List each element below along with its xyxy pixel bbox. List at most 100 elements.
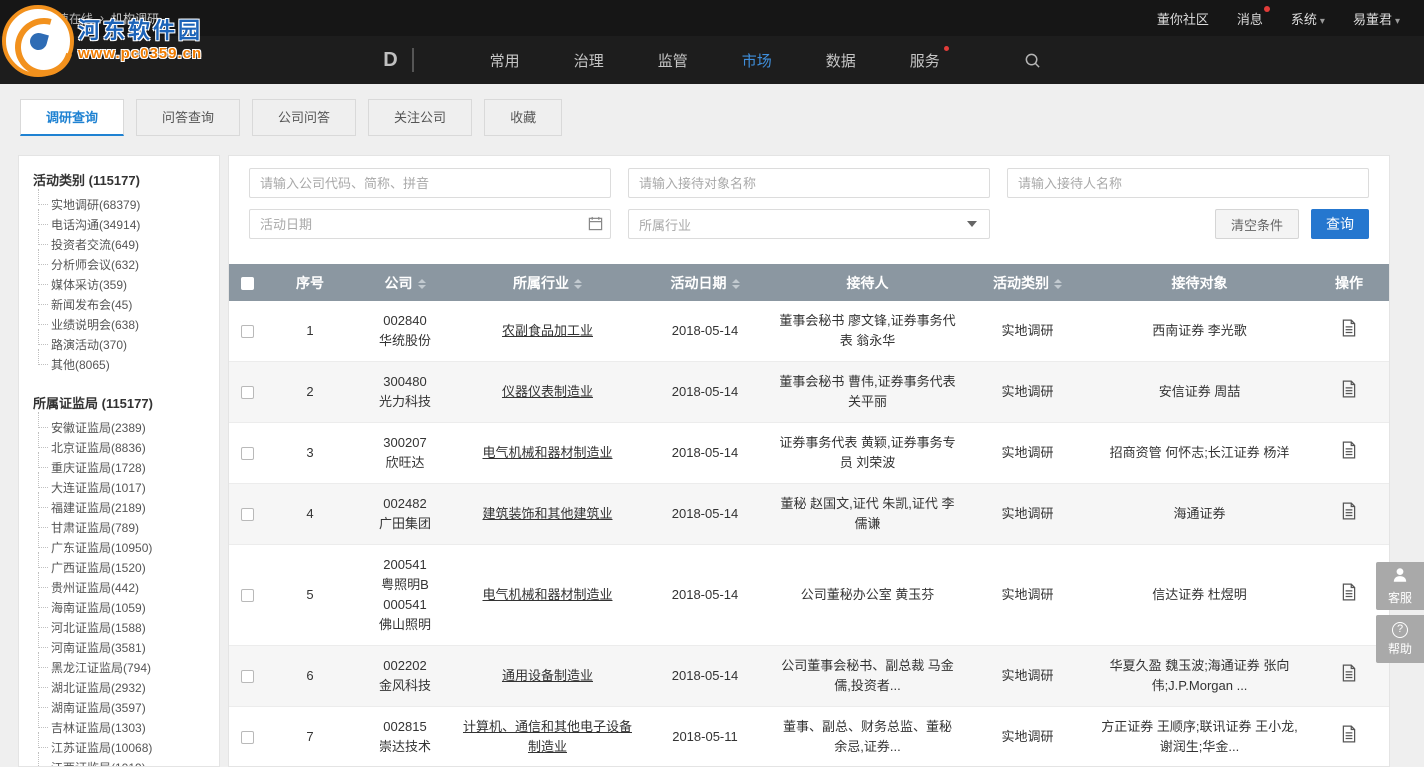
company-cell[interactable]: 200541粤照明B000541佛山照明 bbox=[355, 545, 455, 646]
operation-cell bbox=[1309, 362, 1389, 423]
activity-date: 2018-05-14 bbox=[640, 545, 770, 646]
sidebar-item[interactable]: 业绩说明会(638) bbox=[33, 315, 209, 335]
service-button[interactable]: 客服 bbox=[1376, 562, 1424, 610]
nav-item[interactable]: 服务 bbox=[906, 50, 944, 71]
row-checkbox[interactable] bbox=[241, 447, 254, 460]
column-header[interactable]: 活动日期 bbox=[640, 264, 770, 301]
topbar-item-system[interactable]: 系统▾ bbox=[1291, 9, 1325, 28]
document-icon[interactable] bbox=[1340, 441, 1358, 459]
sidebar-item[interactable]: 投资者交流(649) bbox=[33, 235, 209, 255]
sidebar-item[interactable]: 重庆证监局(1728) bbox=[33, 458, 209, 478]
query-button[interactable]: 查询 bbox=[1311, 209, 1369, 239]
select-all-checkbox[interactable] bbox=[241, 277, 254, 290]
activity-date-input[interactable] bbox=[249, 209, 611, 239]
tab[interactable]: 调研查询 bbox=[20, 99, 124, 136]
nav-item[interactable]: 监管 bbox=[654, 50, 692, 71]
company-cell[interactable]: 002482广田集团 bbox=[355, 484, 455, 545]
nav-item[interactable]: 治理 bbox=[570, 50, 608, 71]
row-checkbox[interactable] bbox=[241, 670, 254, 683]
help-button[interactable]: ?帮助 bbox=[1376, 615, 1424, 663]
row-checkbox[interactable] bbox=[241, 386, 254, 399]
sidebar-item[interactable]: 河北证监局(1588) bbox=[33, 618, 209, 638]
row-checkbox[interactable] bbox=[241, 731, 254, 744]
search-icon[interactable] bbox=[1024, 52, 1041, 69]
sidebar-item[interactable]: 江西证监局(1019) bbox=[33, 758, 209, 767]
row-checkbox[interactable] bbox=[241, 508, 254, 521]
sidebar-item[interactable]: 江苏证监局(10068) bbox=[33, 738, 209, 758]
sidebar-item[interactable]: 媒体采访(359) bbox=[33, 275, 209, 295]
tab[interactable]: 关注公司 bbox=[368, 99, 472, 136]
sidebar-item[interactable]: 湖北证监局(2932) bbox=[33, 678, 209, 698]
home-icon[interactable] bbox=[26, 12, 38, 24]
activity-date: 2018-05-14 bbox=[640, 423, 770, 484]
column-header[interactable]: 公司 bbox=[355, 264, 455, 301]
company-cell[interactable]: 300480光力科技 bbox=[355, 362, 455, 423]
column-header: 接待对象 bbox=[1090, 264, 1309, 301]
clear-filters-button[interactable]: 清空条件 bbox=[1215, 209, 1299, 239]
sidebar-item[interactable]: 福建证监局(2189) bbox=[33, 498, 209, 518]
document-icon[interactable] bbox=[1340, 319, 1358, 337]
sidebar-item[interactable]: 安徽证监局(2389) bbox=[33, 418, 209, 438]
company-cell[interactable]: 300207欣旺达 bbox=[355, 423, 455, 484]
target-search-input[interactable] bbox=[628, 168, 990, 198]
nav-item[interactable]: 常用 bbox=[486, 50, 524, 71]
filter-actions: 清空条件 查询 bbox=[1215, 209, 1369, 239]
sidebar-item[interactable]: 甘肃证监局(789) bbox=[33, 518, 209, 538]
sidebar-item[interactable]: 黑龙江证监局(794) bbox=[33, 658, 209, 678]
nav-item[interactable]: 市场 bbox=[738, 50, 776, 71]
sidebar-item[interactable]: 其他(8065) bbox=[33, 355, 209, 375]
sort-icon[interactable] bbox=[732, 279, 740, 289]
tab[interactable]: 公司问答 bbox=[252, 99, 356, 136]
sidebar-item[interactable]: 分析师会议(632) bbox=[33, 255, 209, 275]
sidebar-item[interactable]: 吉林证监局(1303) bbox=[33, 718, 209, 738]
industry-link[interactable]: 电气机械和器材制造业 bbox=[455, 423, 640, 484]
document-icon[interactable] bbox=[1340, 583, 1358, 601]
breadcrumb-root[interactable]: 价值在线 bbox=[45, 10, 93, 27]
company-cell[interactable]: 002840华统股份 bbox=[355, 301, 455, 362]
row-checkbox[interactable] bbox=[241, 325, 254, 338]
document-icon[interactable] bbox=[1340, 380, 1358, 398]
industry-select[interactable]: 所属行业 bbox=[628, 209, 990, 239]
topbar-item-profile[interactable]: 易董君▾ bbox=[1353, 9, 1400, 28]
industry-link[interactable]: 农副食品加工业 bbox=[455, 301, 640, 362]
industry-link[interactable]: 通用设备制造业 bbox=[455, 646, 640, 707]
document-icon[interactable] bbox=[1340, 725, 1358, 743]
sidebar-item[interactable]: 北京证监局(8836) bbox=[33, 438, 209, 458]
sidebar-item[interactable]: 大连证监局(1017) bbox=[33, 478, 209, 498]
sort-icon[interactable] bbox=[574, 279, 582, 289]
select-all-cell bbox=[229, 264, 265, 301]
sidebar-item[interactable]: 湖南证监局(3597) bbox=[33, 698, 209, 718]
sort-icon[interactable] bbox=[1054, 279, 1062, 289]
breadcrumb: 价值在线 › 机构调研 bbox=[26, 10, 159, 27]
company-cell[interactable]: 002202金风科技 bbox=[355, 646, 455, 707]
sidebar-item[interactable]: 贵州证监局(442) bbox=[33, 578, 209, 598]
sidebar-item[interactable]: 路演活动(370) bbox=[33, 335, 209, 355]
receiver-search-input[interactable] bbox=[1007, 168, 1369, 198]
nav-item[interactable]: 数据 bbox=[822, 50, 860, 71]
sidebar-item[interactable]: 河南证监局(3581) bbox=[33, 638, 209, 658]
operation-cell bbox=[1309, 301, 1389, 362]
industry-link[interactable]: 建筑装饰和其他建筑业 bbox=[455, 484, 640, 545]
industry-link[interactable]: 仪器仪表制造业 bbox=[455, 362, 640, 423]
row-checkbox[interactable] bbox=[241, 589, 254, 602]
sidebar-item[interactable]: 新闻发布会(45) bbox=[33, 295, 209, 315]
calendar-icon[interactable] bbox=[588, 216, 603, 236]
sidebar-item[interactable]: 海南证监局(1059) bbox=[33, 598, 209, 618]
column-header[interactable]: 活动类别 bbox=[965, 264, 1090, 301]
sidebar-item[interactable]: 广东证监局(10950) bbox=[33, 538, 209, 558]
sort-icon[interactable] bbox=[418, 279, 426, 289]
company-search-input[interactable] bbox=[249, 168, 611, 198]
industry-link[interactable]: 电气机械和器材制造业 bbox=[455, 545, 640, 646]
topbar-item-community[interactable]: 董你社区 bbox=[1157, 9, 1209, 28]
topbar-item-messages[interactable]: 消息 bbox=[1237, 9, 1263, 28]
tab[interactable]: 收藏 bbox=[484, 99, 562, 136]
company-cell[interactable]: 002815崇达技术 bbox=[355, 707, 455, 767]
document-icon[interactable] bbox=[1340, 502, 1358, 520]
document-icon[interactable] bbox=[1340, 664, 1358, 682]
sidebar-item[interactable]: 广西证监局(1520) bbox=[33, 558, 209, 578]
column-header[interactable]: 所属行业 bbox=[455, 264, 640, 301]
sidebar-item[interactable]: 电话沟通(34914) bbox=[33, 215, 209, 235]
sidebar-item[interactable]: 实地调研(68379) bbox=[33, 195, 209, 215]
industry-link[interactable]: 计算机、通信和其他电子设备制造业 bbox=[455, 707, 640, 767]
tab[interactable]: 问答查询 bbox=[136, 99, 240, 136]
